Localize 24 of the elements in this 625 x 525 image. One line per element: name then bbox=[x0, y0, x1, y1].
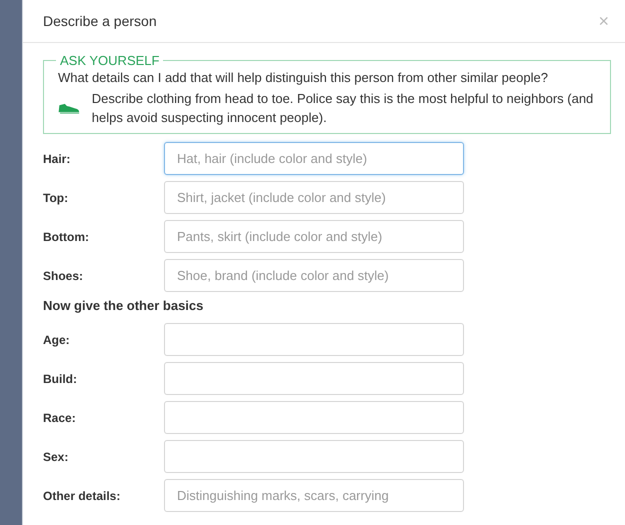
dialog-title: Describe a person bbox=[43, 13, 157, 29]
field-label: Hair: bbox=[43, 152, 72, 166]
input-field[interactable]: Shirt, jacket (include color and style) bbox=[164, 181, 464, 214]
tip-text: Describe clothing from head to toe. Police say this is the most helpful to neighbors (and helps avoid suspecting innocent people). bbox=[92, 90, 594, 127]
field-label: Sex: bbox=[43, 450, 70, 464]
input-field[interactable] bbox=[164, 362, 464, 395]
input-field[interactable]: Distinguishing marks, scars, carrying bbox=[164, 479, 464, 512]
field-label: Bottom: bbox=[43, 230, 90, 244]
input-field[interactable] bbox=[164, 323, 464, 356]
field-label: Race: bbox=[43, 410, 77, 424]
input-field[interactable] bbox=[164, 440, 464, 473]
input-field[interactable]: Shoe, brand (include color and style) bbox=[164, 259, 464, 292]
field-label: Age: bbox=[43, 332, 71, 346]
field-label: Build: bbox=[43, 372, 78, 386]
box-legend: ASK YOURSELF bbox=[56, 53, 164, 68]
close-button[interactable]: × bbox=[598, 10, 609, 32]
input-field[interactable] bbox=[164, 401, 464, 434]
field-label: Top: bbox=[43, 190, 70, 204]
question-text: What details can I add that will help distinguish this person from other similar people? bbox=[58, 69, 549, 87]
input-field[interactable]: Hat, hair (include color and style) bbox=[164, 142, 464, 175]
input-field[interactable]: Pants, skirt (include color and style) bbox=[164, 220, 464, 253]
section-heading: Now give the other basics bbox=[43, 298, 204, 313]
field-label: Other details: bbox=[43, 488, 122, 502]
field-label: Shoes: bbox=[43, 268, 84, 282]
